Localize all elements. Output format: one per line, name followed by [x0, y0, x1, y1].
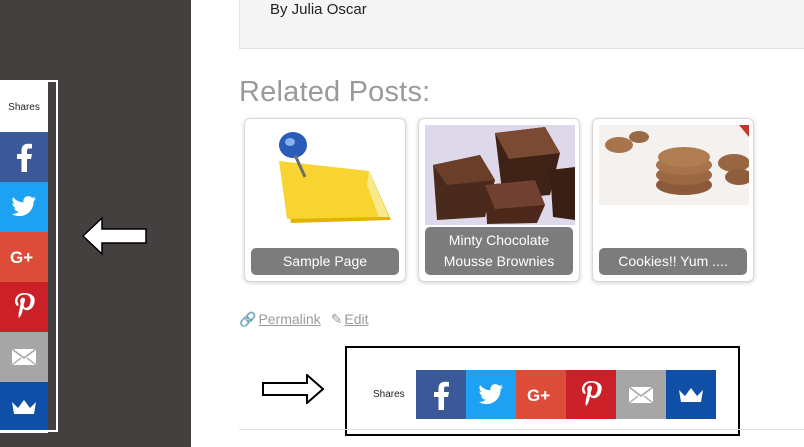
pinterest-share-button[interactable] [566, 370, 616, 419]
related-card-caption: Cookies!! Yum .... [599, 248, 747, 275]
email-share-button[interactable] [616, 370, 666, 419]
svg-text:G+: G+ [527, 386, 550, 405]
twitter-icon [478, 383, 504, 406]
edit-icon: ✎ [330, 311, 343, 327]
arrow-left-icon [82, 216, 147, 256]
facebook-share-button[interactable] [416, 370, 466, 419]
related-card-caption: Minty Chocolate Mousse Brownies [425, 227, 573, 275]
post-meta-links: 🔗 Permalink ✎ Edit [239, 311, 369, 328]
cookies-image [599, 125, 749, 205]
related-card-brownies[interactable]: Minty Chocolate Mousse Brownies [418, 118, 580, 282]
facebook-icon [430, 380, 452, 410]
arrow-right-icon [262, 374, 324, 404]
sticky-note-pin-image [279, 132, 391, 223]
pinterest-icon [580, 380, 602, 410]
twitter-share-button[interactable] [466, 370, 516, 419]
link-icon: 🔗 [239, 311, 257, 327]
horizontal-share-bar: G+ [416, 370, 716, 419]
brownies-image [425, 125, 575, 225]
vertical-bar-highlight-frame [0, 80, 58, 432]
google-plus-icon: G+ [527, 385, 555, 405]
crown-icon [678, 387, 704, 403]
email-icon [628, 385, 654, 404]
author-byline: By Julia Oscar [270, 1, 367, 18]
permalink-link[interactable]: Permalink [258, 311, 320, 327]
edit-link[interactable]: Edit [344, 311, 368, 327]
sumo-share-button[interactable] [666, 370, 716, 419]
google-plus-share-button[interactable]: G+ [516, 370, 566, 419]
related-card-caption: Sample Page [251, 248, 399, 275]
horizontal-shares-label: Shares [373, 389, 405, 400]
related-card-cookies[interactable]: Cookies!! Yum .... [592, 118, 754, 282]
content-divider [239, 429, 804, 430]
author-box: By Julia Oscar [239, 0, 804, 49]
related-posts-title: Related Posts: [239, 76, 431, 108]
related-card-sample-page[interactable]: Sample Page [244, 118, 406, 282]
